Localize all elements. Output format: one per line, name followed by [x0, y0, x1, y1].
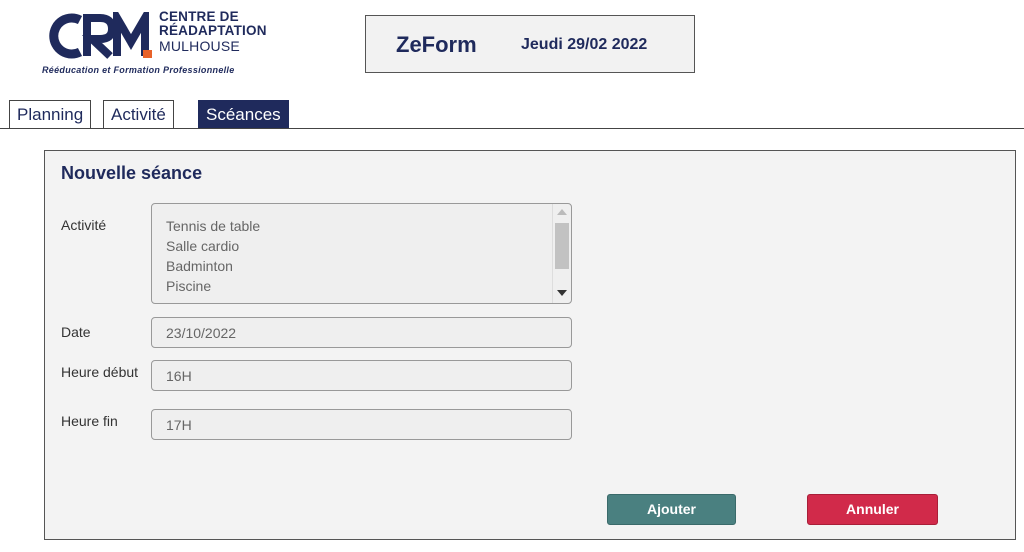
logo-line-1: CENTRE DE	[159, 9, 239, 24]
app-header: ZeForm Jeudi 29/02 2022	[365, 15, 695, 73]
scroll-down-arrow-icon[interactable]	[557, 290, 567, 296]
start-time-label: Heure début	[61, 364, 139, 380]
activity-option[interactable]: Badminton	[166, 256, 260, 276]
cancel-button[interactable]: Annuler	[807, 494, 938, 525]
current-date: Jeudi 29/02 2022	[521, 36, 648, 53]
end-time-label: Heure fin	[61, 413, 118, 429]
activity-option[interactable]: Tennis de table	[166, 216, 260, 236]
tab-divider	[0, 128, 1024, 129]
scroll-thumb[interactable]	[555, 223, 569, 269]
activity-scrollbar[interactable]	[552, 204, 571, 303]
activity-option[interactable]: Piscine	[166, 276, 260, 296]
date-label: Date	[61, 324, 91, 340]
new-session-form: Nouvelle séance Activité Tennis de table…	[44, 150, 1016, 540]
crm-logo: CENTRE DE RÉADAPTATION MULHOUSE Rééducat…	[40, 10, 280, 76]
activity-label: Activité	[61, 217, 107, 233]
crm-logo-mark	[49, 12, 152, 59]
scroll-up-arrow-icon[interactable]	[557, 209, 567, 215]
start-time-field[interactable]	[151, 360, 572, 391]
add-button[interactable]: Ajouter	[607, 494, 736, 525]
date-field[interactable]	[151, 317, 572, 348]
activity-listbox[interactable]: Tennis de table Salle cardio Badminton P…	[151, 203, 572, 304]
end-time-field[interactable]	[151, 409, 572, 440]
activity-options: Tennis de table Salle cardio Badminton P…	[166, 216, 260, 296]
tab-planning[interactable]: Planning	[9, 100, 92, 129]
form-title: Nouvelle séance	[61, 163, 203, 183]
logo-line-3: MULHOUSE	[159, 38, 240, 54]
activity-option[interactable]: Salle cardio	[166, 236, 260, 256]
tab-seances[interactable]: Scéances	[198, 100, 289, 129]
tab-activite[interactable]: Activité	[103, 100, 174, 129]
app-title: ZeForm	[396, 32, 477, 57]
logo-line-2: RÉADAPTATION	[159, 23, 267, 38]
logo-tagline: Rééducation et Formation Professionnelle	[42, 65, 235, 75]
